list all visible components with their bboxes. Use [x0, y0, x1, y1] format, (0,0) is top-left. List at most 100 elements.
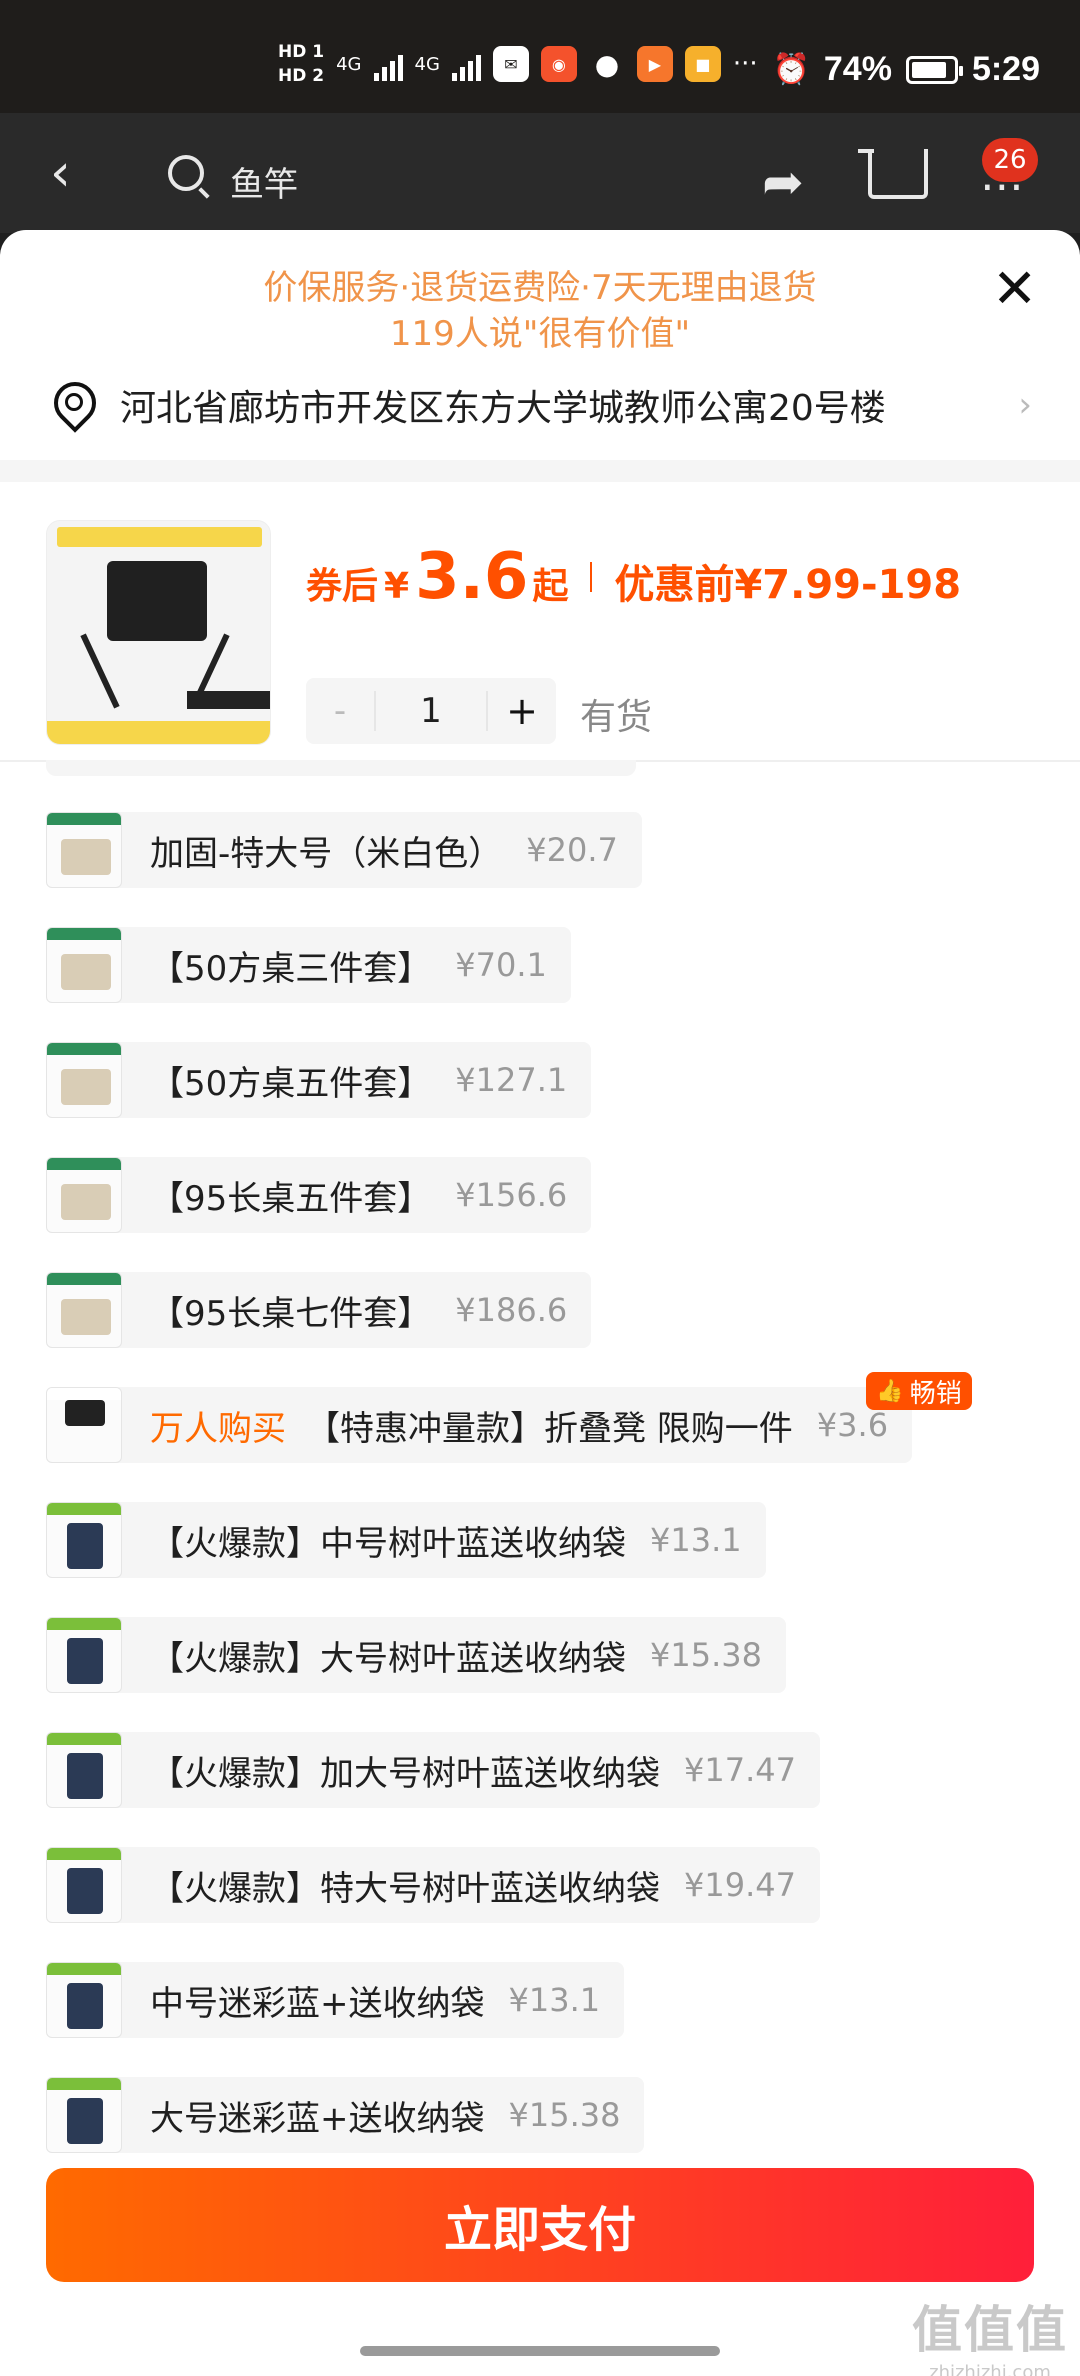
service-promo: 价保服务·退货运费险·7天无理由退货	[263, 268, 817, 308]
sku-thumbnail	[46, 1617, 122, 1693]
home-indicator[interactable]	[360, 2346, 720, 2356]
sku-price: ¥13.1	[650, 1521, 742, 1559]
sku-thumbnail	[46, 1042, 122, 1118]
status-bar: HD 1 HD 2 4G 4G ✉ ◉ ● ▶ ■ ··· ⏰ 74% 5:29	[0, 0, 1080, 113]
sku-name: 【火爆款】中号树叶蓝送收纳袋	[150, 1523, 626, 1564]
coupon-label: 券后	[306, 566, 379, 607]
price-row: 券后 ¥ 3.6 起 优惠前¥7.99-198	[306, 540, 961, 614]
sku-option-partial[interactable]	[46, 760, 636, 776]
hd-indicators: HD 1 HD 2	[278, 40, 324, 88]
sku-name: 【特惠冲量款】折叠凳 限购一件	[306, 1408, 793, 1449]
signal-icon	[373, 47, 403, 81]
sku-name: 【火爆款】加大号树叶蓝送收纳袋	[150, 1753, 660, 1794]
sku-option[interactable]: 大号迷彩蓝+送收纳袋 ¥15.38	[46, 2077, 645, 2153]
quantity-decrease-button[interactable]: -	[306, 691, 374, 731]
sku-price: ¥186.6	[455, 1291, 568, 1329]
more-notifications-icon: ···	[732, 49, 758, 79]
sku-thumbnail	[46, 1387, 122, 1463]
sku-option[interactable]: 【火爆款】加大号树叶蓝送收纳袋 ¥17.47	[46, 1732, 820, 1808]
sku-name: 【95长桌五件套】	[150, 1178, 432, 1219]
price-from-label: 起	[532, 566, 569, 607]
chevron-right-icon: ›	[1018, 385, 1032, 425]
sku-price: ¥15.38	[508, 2096, 621, 2134]
sku-thumbnail	[46, 1157, 122, 1233]
sku-price: ¥156.6	[455, 1176, 568, 1214]
sku-name: 【火爆款】特大号树叶蓝送收纳袋	[150, 1868, 660, 1909]
shopping-app-icon: ◉	[540, 46, 577, 82]
sku-price: ¥15.38	[650, 1636, 762, 1674]
video-app-icon: ▶	[636, 46, 673, 82]
price-divider	[590, 562, 593, 592]
clock: 5:29	[971, 50, 1040, 88]
sku-price: ¥70.1	[455, 946, 547, 984]
sku-price: ¥19.47	[684, 1866, 796, 1904]
sku-thumbnail	[46, 2077, 122, 2153]
quantity-increase-button[interactable]: +	[488, 689, 556, 733]
search-icon[interactable]	[168, 155, 204, 191]
section-divider	[0, 460, 1080, 482]
location-pin-icon	[48, 382, 94, 428]
search-query[interactable]: 鱼竿	[230, 157, 298, 206]
sku-price: ¥127.1	[455, 1061, 568, 1099]
delivery-address-row[interactable]: 河北省廊坊市开发区东方大学城教师公寓20号楼 ›	[48, 370, 1032, 440]
status-icons-left: HD 1 HD 2 4G 4G ✉ ◉ ● ▶ ■ ···	[278, 40, 758, 88]
sku-name: 【50方桌五件套】	[150, 1063, 432, 1104]
sku-option[interactable]: 中号迷彩蓝+送收纳袋 ¥13.1	[46, 1962, 625, 2038]
product-thumbnail[interactable]	[46, 520, 271, 745]
sku-thumbnail	[46, 1847, 122, 1923]
network-type-1: 4G	[336, 53, 362, 75]
sku-option-bestseller[interactable]: 万人购买 【特惠冲量款】折叠凳 限购一件 ¥3.6	[46, 1387, 913, 1463]
battery-percent: 74%	[823, 50, 892, 88]
sku-thumbnail	[46, 1272, 122, 1348]
sku-price: ¥20.7	[526, 831, 618, 869]
cart-icon[interactable]	[858, 149, 928, 199]
battery-icon	[905, 55, 963, 84]
alarm-icon: ⏰	[772, 53, 810, 86]
review-promo: 119人说"很有价值"	[389, 314, 691, 354]
delivery-address: 河北省廊坊市开发区东方大学城教师公寓20号楼	[120, 388, 886, 429]
sku-thumbnail	[46, 812, 122, 888]
close-icon[interactable]: ✕	[992, 262, 1037, 316]
sku-option[interactable]: 【95长桌五件套】 ¥156.6	[46, 1157, 592, 1233]
coupon-price: 3.6	[415, 540, 529, 614]
pay-now-button[interactable]: 立即支付	[46, 2168, 1034, 2282]
bestseller-label: 畅销	[909, 1378, 962, 1409]
sku-option[interactable]: 【火爆款】大号树叶蓝送收纳袋 ¥15.38	[46, 1617, 786, 1693]
chat-icon: ●	[594, 47, 620, 81]
sku-name: 中号迷彩蓝+送收纳袋	[150, 1983, 485, 2024]
sku-thumbnail	[46, 1502, 122, 1578]
sku-price: ¥3.6	[816, 1406, 889, 1444]
sku-name: 【50方桌三件套】	[150, 948, 432, 989]
share-icon[interactable]: ➦	[762, 153, 804, 211]
thumbs-up-icon: 👍	[876, 1378, 904, 1404]
sku-name: 大号迷彩蓝+送收纳袋	[150, 2098, 485, 2139]
stock-status: 有货	[580, 697, 653, 738]
sku-option[interactable]: 【火爆款】特大号树叶蓝送收纳袋 ¥19.47	[46, 1847, 820, 1923]
network-type-2: 4G	[414, 53, 440, 75]
sku-option[interactable]: 【火爆款】中号树叶蓝送收纳袋 ¥13.1	[46, 1502, 766, 1578]
bestseller-badge: 👍 畅销	[866, 1372, 972, 1410]
watermark-logo: 值值值	[912, 2301, 1068, 2359]
sku-option[interactable]: 【50方桌三件套】 ¥70.1	[46, 927, 571, 1003]
food-app-icon: ■	[684, 46, 721, 82]
sku-thumbnail	[46, 1732, 122, 1808]
currency-symbol: ¥	[384, 566, 410, 607]
sku-option[interactable]: 【95长桌七件套】 ¥186.6	[46, 1272, 592, 1348]
quantity-value[interactable]: 1	[374, 691, 488, 731]
back-arrow-icon[interactable]: ‹	[50, 147, 71, 199]
watermark-url: zhizhizhi.com	[929, 2362, 1051, 2376]
sku-price: ¥13.1	[508, 1981, 601, 2019]
hd2-indicator: HD 2	[278, 66, 325, 86]
status-icons-right: ⏰ 74% 5:29	[773, 50, 1040, 89]
sku-option[interactable]: 【50方桌五件套】 ¥127.1	[46, 1042, 592, 1118]
hd1-indicator: HD 1	[278, 42, 325, 62]
original-price-range: 优惠前¥7.99-198	[614, 562, 962, 608]
sku-name: 【95长桌七件套】	[150, 1293, 432, 1334]
watermark: 值值值 zhizhizhi.com	[912, 2290, 1068, 2376]
sku-name: 【火爆款】大号树叶蓝送收纳袋	[150, 1638, 626, 1679]
sku-option[interactable]: 加固-特大号（米白色） ¥20.7	[46, 812, 642, 888]
signal-icon-2	[451, 47, 481, 81]
sku-selection-sheet: 价保服务·退货运费险·7天无理由退货 119人说"很有价值" ✕ 河北省廊坊市开…	[0, 230, 1080, 2376]
sku-price: ¥17.47	[684, 1751, 796, 1789]
sku-thumbnail	[46, 1962, 122, 2038]
